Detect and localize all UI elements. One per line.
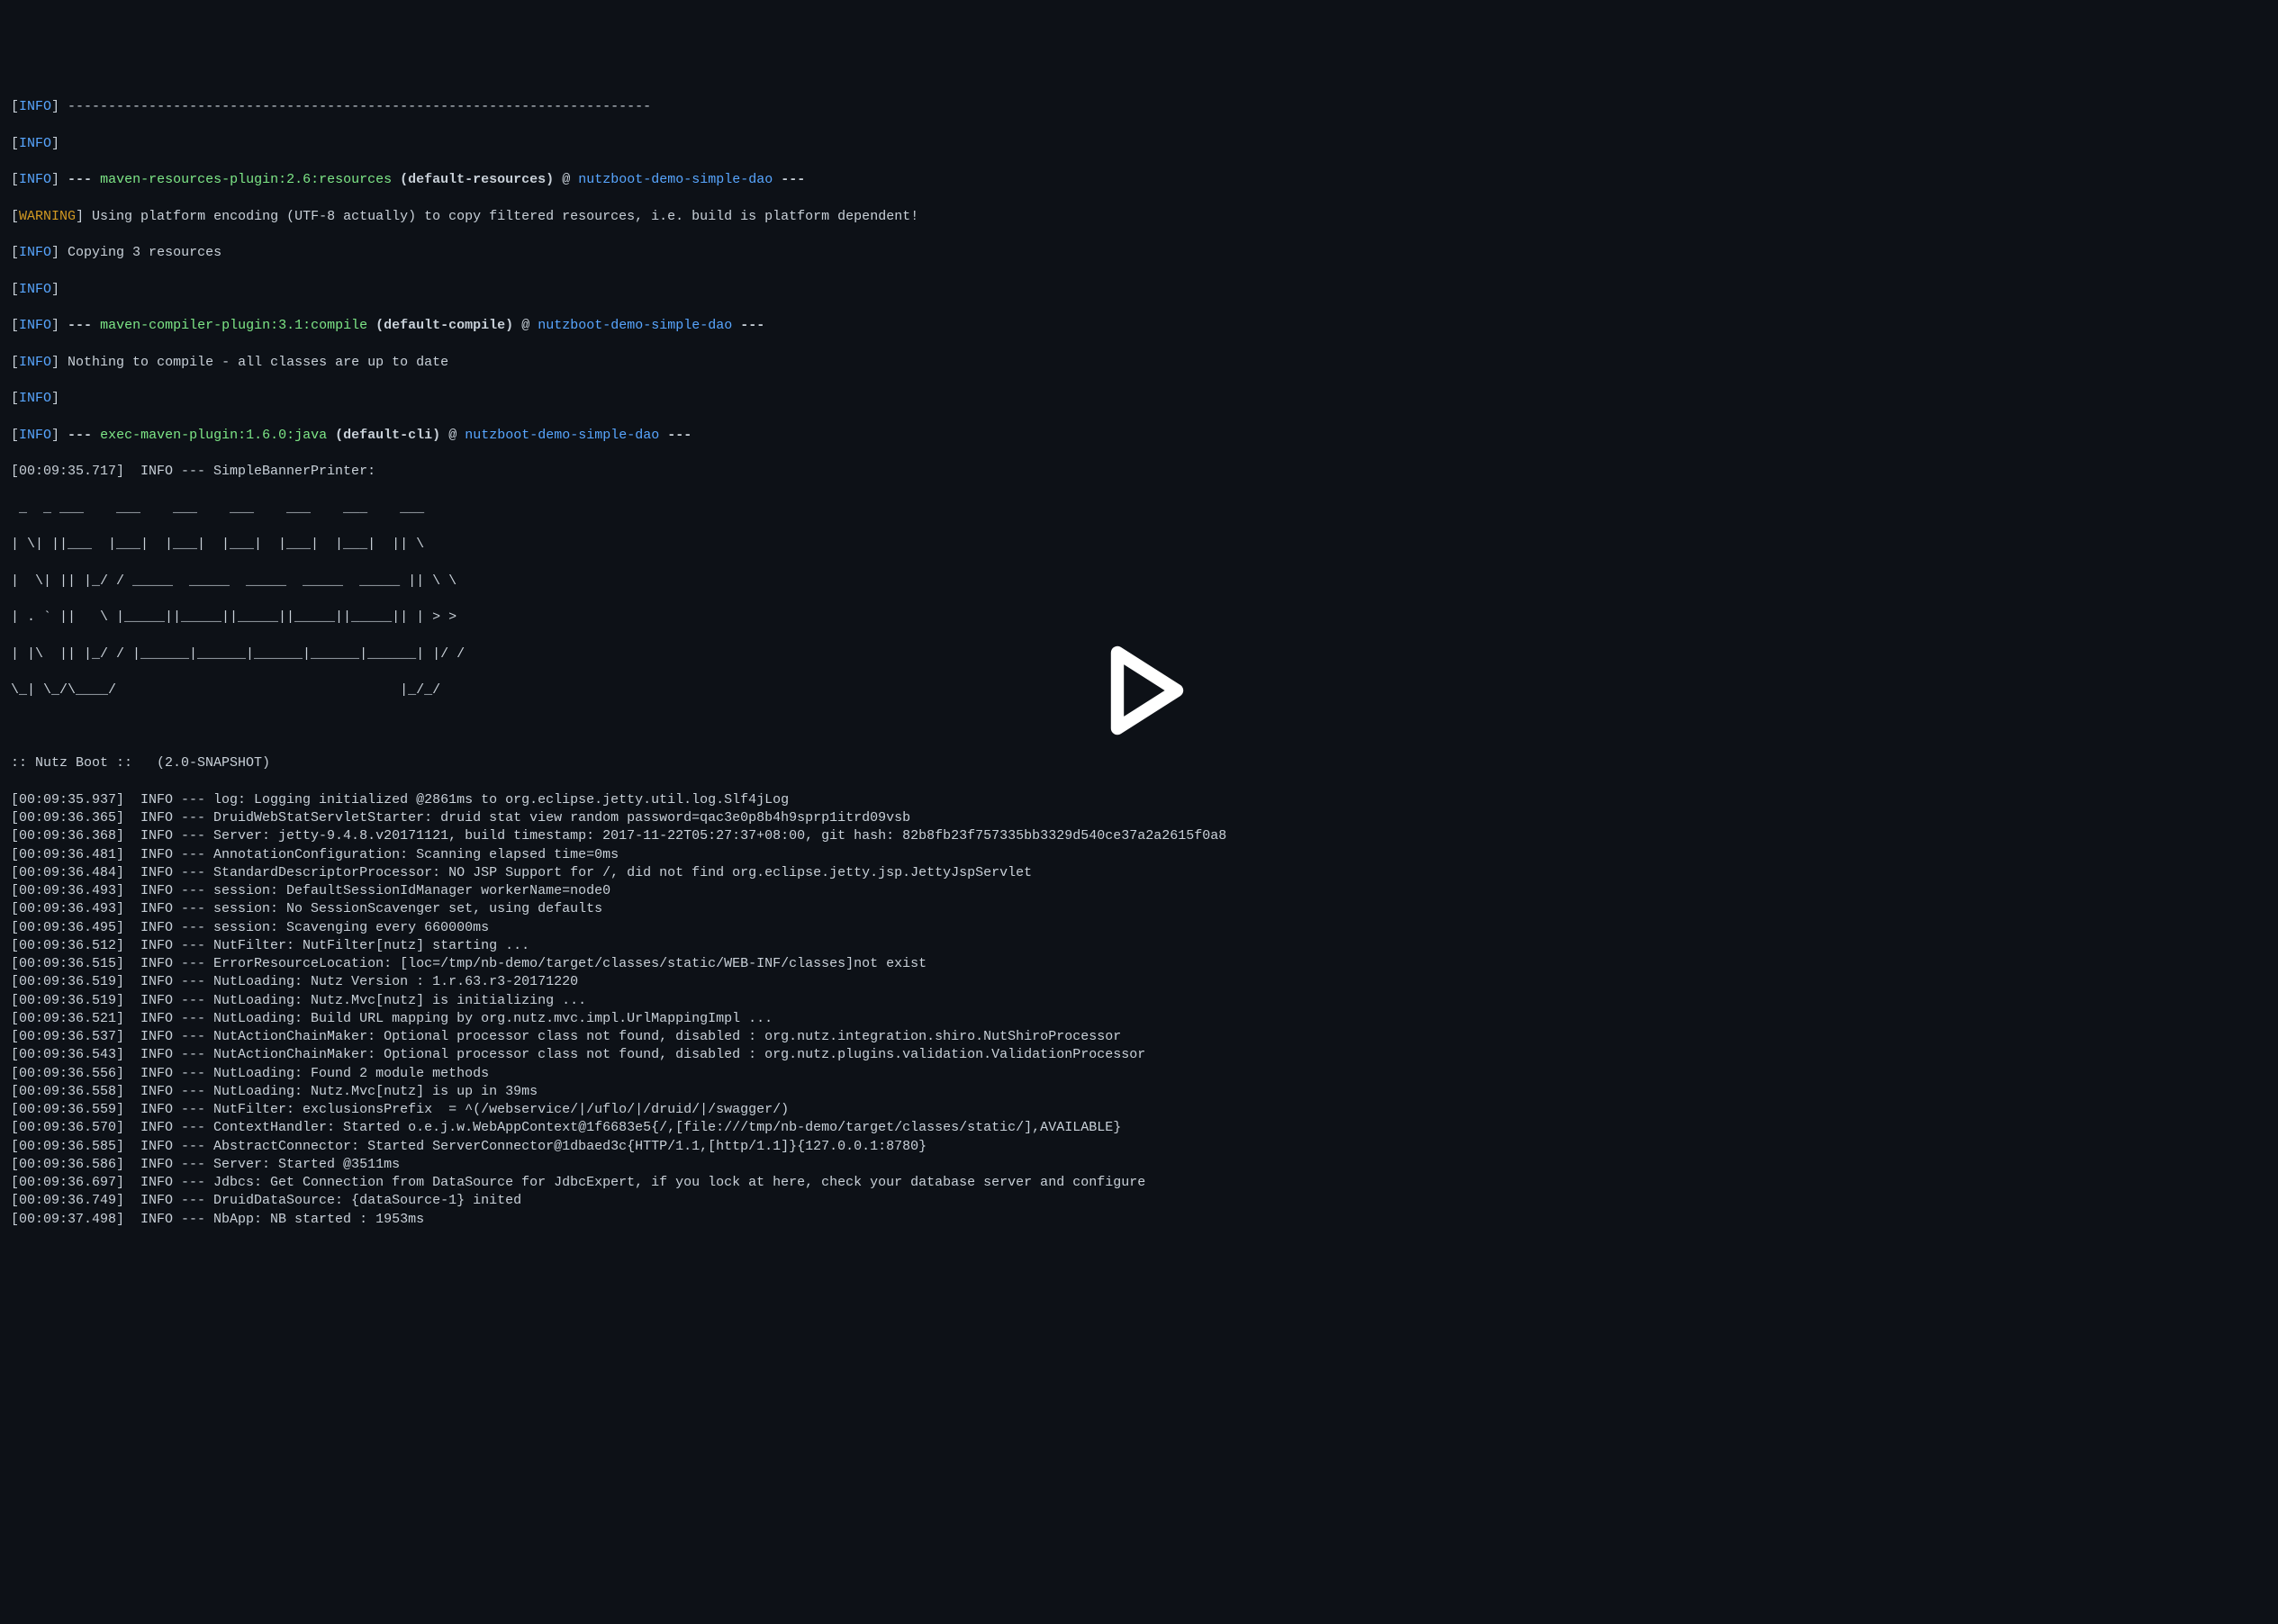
log-line: [00:09:36.365] INFO --- DruidWebStatServ… bbox=[11, 809, 2267, 827]
log-line: [00:09:36.481] INFO --- AnnotationConfig… bbox=[11, 846, 2267, 864]
log-line: [00:09:37.498] INFO --- NbApp: NB starte… bbox=[11, 1211, 2267, 1229]
log-line: [00:09:36.368] INFO --- Server: jetty-9.… bbox=[11, 827, 2267, 845]
log-line: [00:09:36.586] INFO --- Server: Started … bbox=[11, 1156, 2267, 1174]
log-line: [INFO] bbox=[11, 281, 2267, 299]
log-line: [00:09:36.512] INFO --- NutFilter: NutFi… bbox=[11, 937, 2267, 955]
log-line: [00:09:36.543] INFO --- NutActionChainMa… bbox=[11, 1046, 2267, 1064]
log-line: [00:09:36.559] INFO --- NutFilter: exclu… bbox=[11, 1101, 2267, 1119]
log-line: [00:09:36.519] INFO --- NutLoading: Nutz… bbox=[11, 992, 2267, 1010]
log-line: [INFO] --- maven-resources-plugin:2.6:re… bbox=[11, 171, 2267, 189]
log-line: [00:09:36.493] INFO --- session: No Sess… bbox=[11, 900, 2267, 918]
log-line: [WARNING] Using platform encoding (UTF-8… bbox=[11, 208, 2267, 226]
boot-line: :: Nutz Boot :: (2.0-SNAPSHOT) bbox=[11, 754, 2267, 772]
log-line: [00:09:35.937] INFO --- log: Logging ini… bbox=[11, 791, 2267, 809]
log-line: [00:09:36.570] INFO --- ContextHandler: … bbox=[11, 1119, 2267, 1137]
log-line: [00:09:36.515] INFO --- ErrorResourceLoc… bbox=[11, 955, 2267, 973]
play-button[interactable] bbox=[1085, 636, 1193, 744]
play-icon bbox=[1085, 636, 1193, 744]
log-line: [INFO] --- exec-maven-plugin:1.6.0:java … bbox=[11, 427, 2267, 445]
log-line: [00:09:36.521] INFO --- NutLoading: Buil… bbox=[11, 1010, 2267, 1028]
log-line: [INFO] bbox=[11, 135, 2267, 153]
log-line: [00:09:36.558] INFO --- NutLoading: Nutz… bbox=[11, 1083, 2267, 1101]
log-line: [00:09:36.697] INFO --- Jdbcs: Get Conne… bbox=[11, 1174, 2267, 1192]
log-line: [00:09:36.493] INFO --- session: Default… bbox=[11, 882, 2267, 900]
log-line: [INFO] Copying 3 resources bbox=[11, 244, 2267, 262]
ascii-art: _ _ ___ ___ ___ ___ ___ ___ ___ bbox=[11, 500, 2267, 518]
log-line: [00:09:36.519] INFO --- NutLoading: Nutz… bbox=[11, 973, 2267, 991]
log-line: [00:09:36.556] INFO --- NutLoading: Foun… bbox=[11, 1065, 2267, 1083]
ascii-art: | \| ||___ |___| |___| |___| |___| |___|… bbox=[11, 536, 2267, 554]
log-line: [INFO] bbox=[11, 390, 2267, 408]
log-line: [00:09:36.585] INFO --- AbstractConnecto… bbox=[11, 1138, 2267, 1156]
log-line: [INFO] Nothing to compile - all classes … bbox=[11, 354, 2267, 372]
ascii-art: | . ` || \ |_____||_____||_____||_____||… bbox=[11, 609, 2267, 627]
log-line: [00:09:35.717] INFO --- SimpleBannerPrin… bbox=[11, 463, 2267, 481]
log-line: [INFO] --- maven-compiler-plugin:3.1:com… bbox=[11, 317, 2267, 335]
ascii-art: | \| || |_/ / _____ _____ _____ _____ __… bbox=[11, 573, 2267, 591]
log-line: [00:09:36.749] INFO --- DruidDataSource:… bbox=[11, 1192, 2267, 1210]
log-line: [INFO] ---------------------------------… bbox=[11, 98, 2267, 116]
log-lines: [00:09:35.937] INFO --- log: Logging ini… bbox=[11, 791, 2267, 1229]
log-line: [00:09:36.484] INFO --- StandardDescript… bbox=[11, 864, 2267, 882]
log-line: [00:09:36.537] INFO --- NutActionChainMa… bbox=[11, 1028, 2267, 1046]
log-line: [00:09:36.495] INFO --- session: Scaveng… bbox=[11, 919, 2267, 937]
